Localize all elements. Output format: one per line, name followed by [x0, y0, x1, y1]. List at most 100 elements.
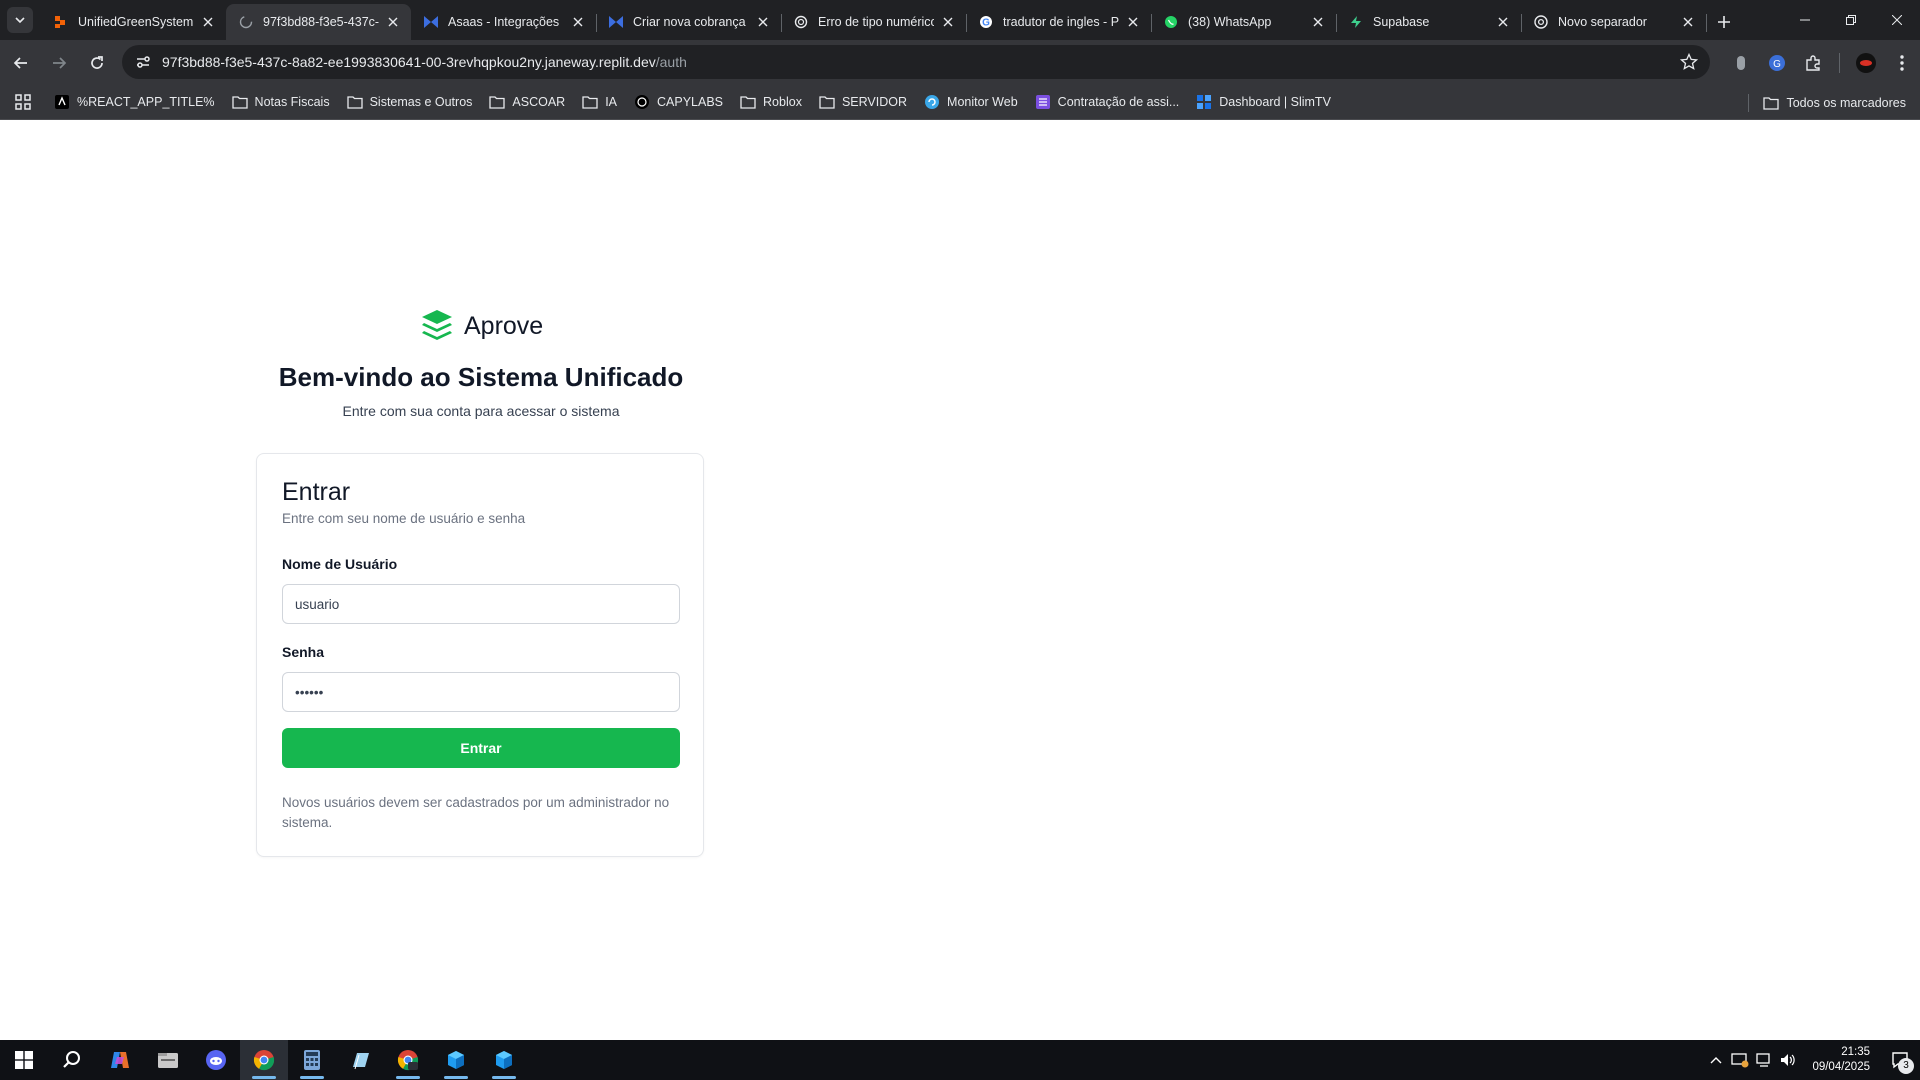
bookmark-label: Sistemas e Outros: [369, 95, 473, 109]
taskbar-mongodb-compass-1[interactable]: [432, 1040, 480, 1080]
brand: Aprove: [420, 308, 543, 344]
browser-tab[interactable]: 97f3bd88-f3e5-437c-8: [226, 4, 411, 40]
clock-time: 21:35: [1841, 1046, 1870, 1058]
restore-button[interactable]: [1828, 0, 1874, 40]
browser-tab[interactable]: Novo separador: [1521, 4, 1707, 40]
folder-icon: [819, 94, 835, 110]
copilot-icon: [111, 1052, 129, 1068]
close-icon[interactable]: [385, 14, 401, 30]
taskbar-notepad[interactable]: [336, 1040, 384, 1080]
taskbar-file-explorer[interactable]: [144, 1040, 192, 1080]
extension-mouse-button[interactable]: [1723, 45, 1759, 81]
close-icon[interactable]: [1310, 14, 1326, 30]
minimize-icon: [1800, 19, 1810, 21]
browser-tab[interactable]: Supabase: [1336, 4, 1522, 40]
taskbar-chrome[interactable]: [240, 1040, 288, 1080]
show-hidden-icons-button[interactable]: [1704, 1040, 1728, 1080]
bookmark-item[interactable]: Notas Fiscais: [231, 94, 330, 110]
taskbar-copilot[interactable]: [96, 1040, 144, 1080]
close-icon[interactable]: [570, 14, 586, 30]
close-icon[interactable]: [755, 14, 771, 30]
bookmark-item[interactable]: CAPYLABS: [634, 94, 723, 110]
start-button[interactable]: [0, 1040, 48, 1080]
browser-tab[interactable]: Erro de tipo numérico: [781, 4, 967, 40]
clock[interactable]: 21:35 09/04/2025: [1812, 1045, 1870, 1075]
bookmark-item[interactable]: Monitor Web: [924, 94, 1018, 110]
layers-logo-icon: [422, 310, 452, 340]
browser-tab[interactable]: UnifiedGreenSystem: [41, 4, 227, 40]
all-bookmarks-label: Todos os marcadores: [1786, 95, 1906, 110]
bookmark-item[interactable]: Contratação de assi...: [1035, 94, 1179, 110]
chrome-profile-icon: [397, 1050, 419, 1071]
site-info-icon[interactable]: [134, 53, 152, 71]
browser-tab[interactable]: (38) WhatsApp: [1151, 4, 1337, 40]
bookmark-item[interactable]: IA: [582, 94, 617, 110]
bookmark-item[interactable]: Dashboard | SlimTV: [1196, 94, 1331, 110]
page-title: Bem-vindo ao Sistema Unificado: [278, 362, 684, 392]
bookmark-star-icon[interactable]: [1680, 53, 1698, 71]
bookmark-label: Dashboard | SlimTV: [1219, 95, 1331, 109]
chevron-down-icon: [15, 17, 25, 24]
bookmark-item[interactable]: ASCOAR: [489, 94, 565, 110]
taskbar-mongodb-compass-2[interactable]: [480, 1040, 528, 1080]
bookmark-item[interactable]: %REACT_APP_TITLE%: [54, 94, 215, 110]
tab-title: (38) WhatsApp: [1188, 15, 1272, 29]
bookmark-list: %REACT_APP_TITLE% Notas Fiscais Sistemas e…: [54, 94, 1348, 110]
tray-volume[interactable]: [1776, 1040, 1800, 1080]
taskbar-discord[interactable]: [192, 1040, 240, 1080]
tray-network[interactable]: [1752, 1040, 1776, 1080]
running-indicator: [396, 1076, 420, 1079]
close-icon[interactable]: [1125, 14, 1141, 30]
bookmark-label: Notas Fiscais: [254, 95, 330, 109]
toolbar-actions: G: [1723, 40, 1920, 85]
bookmark-item[interactable]: Sistemas e Outros: [346, 94, 473, 110]
arrow-right-icon: [53, 56, 67, 69]
tab-search-button[interactable]: [7, 7, 33, 33]
back-button[interactable]: [4, 46, 38, 80]
tab-title: Supabase: [1373, 15, 1430, 29]
tray-network-alert[interactable]: [1728, 1040, 1752, 1080]
browser-menu-button[interactable]: [1884, 45, 1920, 81]
new-tab-button[interactable]: [1710, 8, 1738, 36]
bookmark-item[interactable]: SERVIDOR: [819, 94, 907, 110]
browser-tab[interactable]: Criar nova cobrança: [596, 4, 782, 40]
apps-grid-icon[interactable]: [14, 93, 32, 111]
close-window-button[interactable]: [1874, 0, 1920, 40]
forward-button[interactable]: [42, 46, 76, 80]
bookmark-label: %REACT_APP_TITLE%: [77, 95, 215, 109]
tab-strip: UnifiedGreenSystem 97f3bd88-f3e5-437c-8 As…: [0, 0, 1920, 40]
username-field[interactable]: [282, 584, 680, 624]
url-path: /auth: [655, 54, 687, 70]
volume-icon: [1781, 1054, 1796, 1066]
bookmark-label: CAPYLABS: [657, 95, 724, 109]
password-field[interactable]: [282, 672, 680, 712]
close-icon[interactable]: [940, 14, 956, 30]
clock-date: 09/04/2025: [1812, 1061, 1870, 1073]
chatgpt-icon: [793, 14, 809, 30]
browser-tab[interactable]: Asaas - Integrações: [411, 4, 597, 40]
login-title: Entrar: [282, 478, 351, 506]
extensions-button[interactable]: [1795, 45, 1831, 81]
close-icon[interactable]: [1680, 14, 1696, 30]
bookmark-item[interactable]: Roblox: [740, 94, 802, 110]
puzzle-icon: [1806, 54, 1820, 71]
system-tray: 21:35 09/04/2025 3: [1704, 1040, 1920, 1080]
minimize-button[interactable]: [1782, 0, 1828, 40]
notification-center-button[interactable]: 3: [1880, 1040, 1920, 1080]
profile-button[interactable]: [1848, 45, 1884, 81]
all-bookmarks[interactable]: Todos os marcadores: [1748, 85, 1906, 120]
extension-translate-button[interactable]: G: [1759, 45, 1795, 81]
taskbar-search-button[interactable]: [48, 1040, 96, 1080]
tab-title: UnifiedGreenSystem: [78, 15, 194, 29]
browser-tab[interactable]: Gtradutor de ingles - P: [966, 4, 1152, 40]
address-bar[interactable]: 97f3bd88-f3e5-437c-8a82-ee1993830641-00-…: [122, 45, 1710, 79]
close-icon[interactable]: [200, 14, 216, 30]
close-icon[interactable]: [1495, 14, 1511, 30]
notepad-icon: [353, 1053, 369, 1070]
asaas-icon: [608, 14, 624, 30]
login-button[interactable]: Entrar: [282, 728, 680, 768]
taskbar-calculator[interactable]: [288, 1040, 336, 1080]
close-icon: [1892, 15, 1902, 25]
reload-button[interactable]: [80, 46, 114, 80]
taskbar-chrome-profile[interactable]: [384, 1040, 432, 1080]
